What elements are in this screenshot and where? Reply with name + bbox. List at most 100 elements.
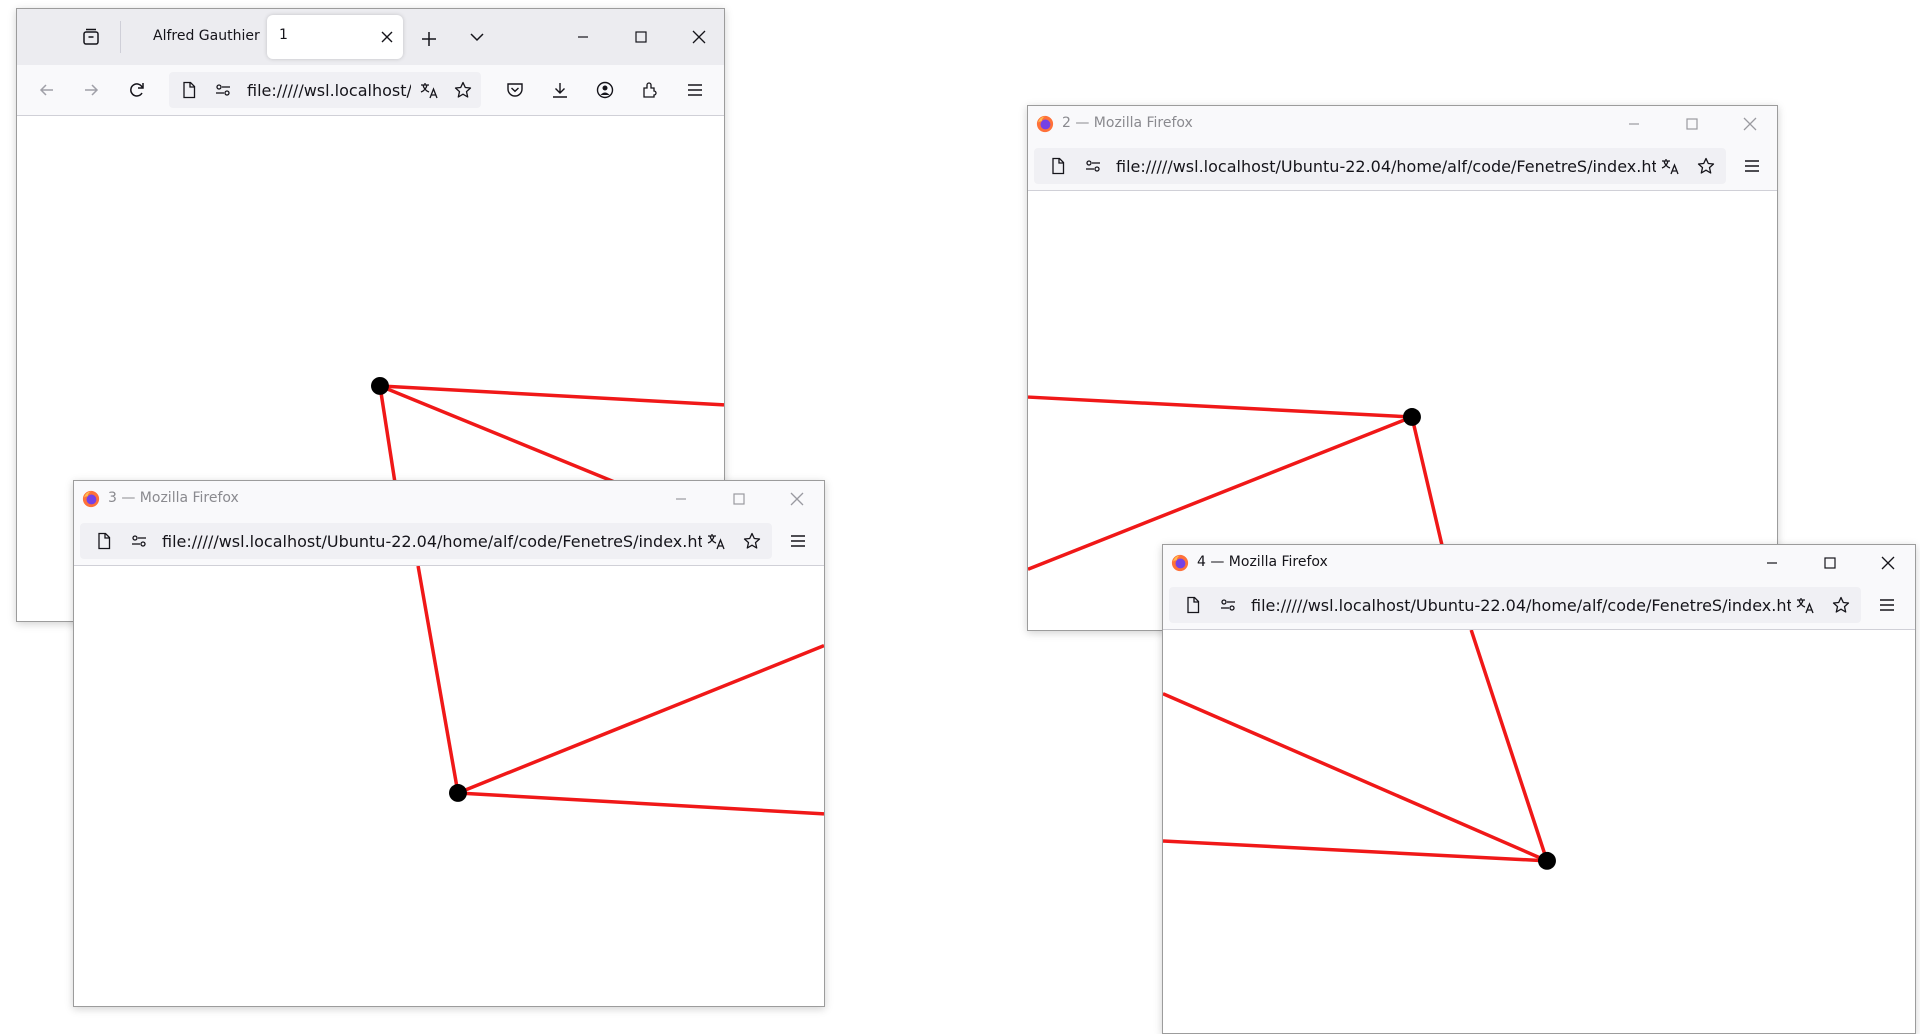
app-menu-button[interactable] [1871,589,1903,621]
page-info-button[interactable] [88,525,120,557]
navigation-toolbar: file://///wsl.localhost/ [17,65,724,116]
bookmark-button[interactable] [1825,589,1857,621]
navigation-toolbar: file://///wsl.localhost/Ubuntu-22.04/hom… [1028,142,1777,191]
navigation-toolbar: file://///wsl.localhost/Ubuntu-22.04/hom… [1163,581,1915,630]
reload-button[interactable] [121,74,153,106]
extensions-button[interactable] [634,74,666,106]
translate-icon [1661,159,1679,175]
app-menu-button[interactable] [1736,150,1768,182]
permissions-icon [216,84,230,96]
url-text[interactable]: file://///wsl.localhost/ [247,81,411,100]
graph-edge [457,644,824,795]
downloads-button[interactable] [544,74,576,106]
translate-button[interactable] [700,525,732,557]
graph-edge [1469,630,1549,862]
maximize-icon [1686,118,1698,130]
permissions-icon [132,535,146,547]
bookmark-button[interactable] [736,525,768,557]
window-minimize-button[interactable] [652,481,710,517]
permissions-icon [1221,599,1235,611]
graph-canvas [416,566,824,816]
page-canvas [1163,630,1915,1033]
back-arrow-icon [39,84,53,96]
firefox-view-button[interactable] [75,21,107,53]
permissions-button[interactable] [1212,589,1244,621]
permissions-icon [1086,160,1100,172]
graph-edge [457,791,824,816]
url-bar[interactable]: file://///wsl.localhost/ [169,72,481,108]
page-canvas [74,566,824,1006]
app-menu-icon [791,535,805,547]
translate-icon [420,83,438,99]
pocket-icon [507,83,523,97]
bookmark-button[interactable] [447,74,479,106]
download-icon [553,83,567,98]
page-icon [98,532,111,550]
tab-1[interactable]: 1 [267,15,403,59]
url-text[interactable]: file://///wsl.localhost/Ubuntu-22.04/hom… [1251,596,1791,615]
list-all-tabs-button[interactable] [461,21,493,53]
app-menu-icon [1880,599,1894,611]
translate-button[interactable] [1789,589,1821,621]
minimize-icon [676,498,686,500]
page-info-button[interactable] [173,74,205,106]
window-minimize-button[interactable] [1743,545,1801,581]
graph-node[interactable] [1538,851,1556,870]
pocket-button[interactable] [499,74,531,106]
translate-icon [707,534,725,550]
graph-node[interactable] [1402,408,1421,426]
graph-edge [416,566,460,794]
window-minimize-button[interactable] [1605,106,1663,142]
minimize-icon [578,36,588,38]
app-menu-icon [1745,160,1759,172]
page-icon [183,81,196,99]
permissions-button[interactable] [123,525,155,557]
window-minimize-button[interactable] [567,21,599,53]
close-icon [1881,556,1895,570]
app-menu-button[interactable] [679,74,711,106]
permissions-button[interactable] [207,74,239,106]
window-close-button[interactable] [683,21,715,53]
title-bar: 2 — Mozilla Firefox [1028,106,1777,142]
close-icon [1743,117,1757,131]
permissions-button[interactable] [1077,150,1109,182]
window-close-button[interactable] [1721,106,1777,142]
title-bar: 4 — Mozilla Firefox [1163,545,1915,581]
window-title: 3 — Mozilla Firefox [108,490,239,506]
title-bar: 3 — Mozilla Firefox [74,481,824,517]
tab-strip: Alfred Gauthier 1 [17,9,724,65]
new-tab-button[interactable] [413,23,445,55]
window-maximize-button[interactable] [625,21,657,53]
app-menu-button[interactable] [782,525,814,557]
url-text[interactable]: file://///wsl.localhost/Ubuntu-22.04/hom… [162,532,702,551]
window-close-button[interactable] [1859,545,1915,581]
window-maximize-button[interactable] [710,481,768,517]
bookmark-button[interactable] [1690,150,1722,182]
browser-window-3: 3 — Mozilla Firefox file://///wsl.localh… [73,480,825,1007]
bookmark-star-icon [1697,157,1715,174]
account-button[interactable] [589,74,621,106]
back-button[interactable] [31,74,63,106]
tab-alfred-gauthier[interactable]: Alfred Gauthier [137,15,267,57]
window-maximize-button[interactable] [1663,106,1721,142]
window-maximize-button[interactable] [1801,545,1859,581]
maximize-icon [1824,557,1836,569]
forward-button[interactable] [75,74,107,106]
bookmark-star-icon [454,81,472,98]
tab-close-button[interactable] [371,21,403,53]
graph-node[interactable] [449,784,467,802]
bookmark-star-icon [743,532,761,549]
url-text[interactable]: file://///wsl.localhost/Ubuntu-22.04/hom… [1116,157,1656,176]
window-close-button[interactable] [768,481,824,517]
graph-edge [1163,692,1548,863]
graph-edge [1163,839,1548,863]
translate-button[interactable] [1654,150,1686,182]
graph-node[interactable] [370,376,389,395]
page-info-button[interactable] [1177,589,1209,621]
page-info-button[interactable] [1042,150,1074,182]
url-bar[interactable]: file://///wsl.localhost/Ubuntu-22.04/hom… [1034,148,1726,184]
url-bar[interactable]: file://///wsl.localhost/Ubuntu-22.04/hom… [80,523,772,559]
url-bar[interactable]: file://///wsl.localhost/Ubuntu-22.04/hom… [1169,587,1861,623]
page-icon [1052,157,1065,175]
translate-button[interactable] [413,74,445,106]
